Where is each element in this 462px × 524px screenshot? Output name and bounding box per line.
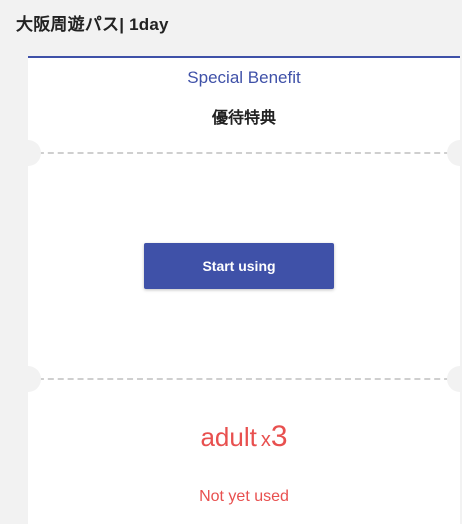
perforation-divider-bottom [28, 378, 460, 380]
start-using-button[interactable]: Start using [144, 243, 334, 289]
usage-status: Not yet used [199, 488, 289, 505]
ticket-card: Special Benefit 優待特典 Start using adult x3… [15, 56, 462, 524]
ticket-notch-left-top [15, 140, 41, 166]
special-benefit-label: Special Benefit [187, 68, 301, 87]
quantity-count: 3 [270, 420, 288, 453]
quantity-multiplier: x [260, 429, 271, 451]
ticket-notch-left-bottom [15, 366, 41, 392]
perforation-divider-top [28, 152, 460, 154]
special-benefit-jp-label: 優待特典 [211, 110, 276, 127]
ticket-notch-right-bottom [447, 366, 462, 392]
page-title: 大阪周遊パス| 1day [16, 15, 169, 34]
passenger-quantity: adult x3 [28, 420, 460, 454]
passenger-type: adult [200, 422, 257, 452]
ticket-notch-right-top [447, 140, 462, 166]
